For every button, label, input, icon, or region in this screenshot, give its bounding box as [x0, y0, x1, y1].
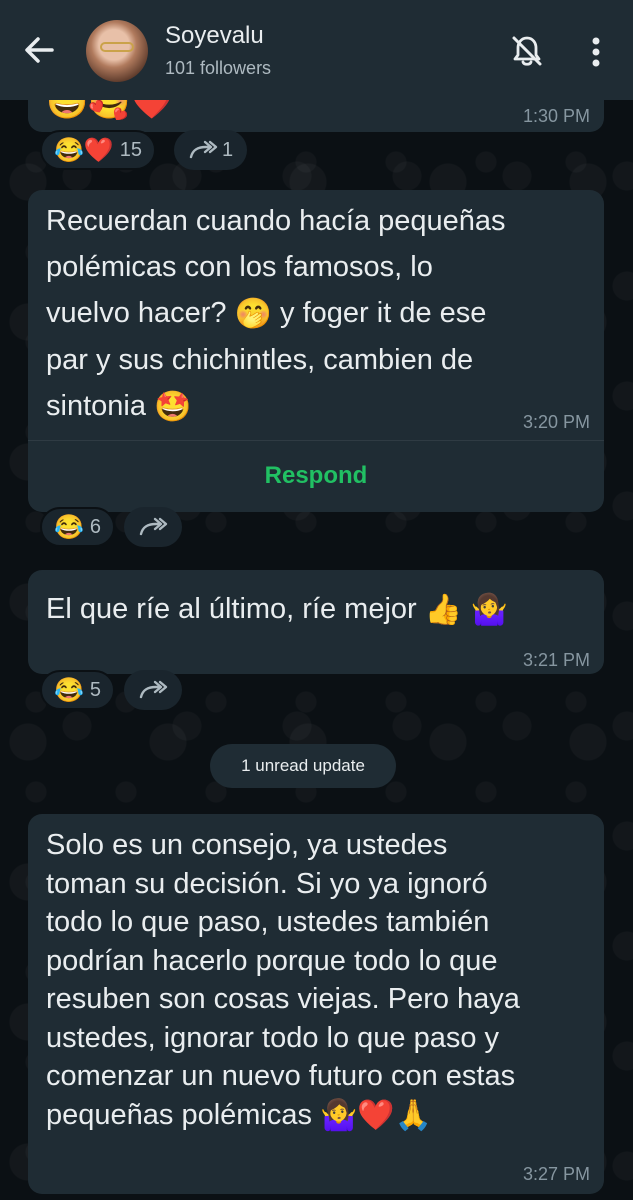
reaction-count: 5: [89, 678, 102, 701]
message-time: 1:30 PM: [522, 106, 590, 126]
channel-avatar[interactable]: [86, 20, 148, 82]
message-line: Recuerdan cuando hacía pequeñas: [46, 205, 506, 237]
message-line: ustedes, ignorar todo lo que paso y: [46, 1021, 500, 1054]
message-bubble[interactable]: Solo es un consejo, ya ustedes toman su …: [28, 814, 604, 1194]
emoji-shrug-heart-pray: 🤷‍♀️❤️🙏: [320, 1098, 433, 1132]
mute-button[interactable]: [508, 32, 546, 70]
message-line-text: pequeñas polémicas: [46, 1098, 313, 1131]
channel-name[interactable]: Soyevalu: [165, 22, 264, 50]
message-time: 3:27 PM: [522, 1164, 590, 1184]
message-line: resuben son cosas viejas. Pero haya: [46, 983, 520, 1015]
divider: [28, 440, 604, 441]
respond-button[interactable]: Respond: [28, 462, 604, 490]
message-line: polémicas con los famosos, lo: [46, 251, 433, 283]
message-text: El que ríe al último, ríe mejor 👍 🤷‍♀️: [28, 570, 604, 633]
reaction-emojis: 😂❤️: [54, 136, 114, 164]
forward-pill[interactable]: 1: [174, 130, 248, 170]
message-line: comenzar un nuevo futuro con estas: [46, 1060, 516, 1092]
channel-header: Soyevalu 101 followers: [0, 0, 633, 100]
unread-updates-chip: 1 unread update: [210, 744, 396, 788]
message-line: toman su decisión. Si yo ya ignoró: [46, 867, 488, 900]
message-line: pequeñas polémicas 🤷‍♀️❤️🙏: [46, 1096, 586, 1136]
message-line: Solo es un consejo, ya ustedes: [46, 829, 448, 861]
emoji-star-struck: 🤩: [154, 390, 192, 424]
message-line: sintonia 🤩: [46, 383, 586, 430]
reaction-count: 15: [119, 138, 143, 161]
message-text: Recuerdan cuando hacía pequeñas polémica…: [28, 190, 604, 431]
bell-off-icon: [512, 36, 542, 66]
emoji-hand-over-mouth: 🤭: [234, 297, 272, 331]
reaction-emojis: 😂: [54, 676, 84, 704]
forward-count: 1: [222, 138, 234, 161]
forward-arrow-icon: [139, 680, 168, 699]
emoji-thumbs-shrug: 👍 🤷‍♀️: [424, 593, 508, 627]
message-line: par y sus chichintles, cambien de: [46, 344, 474, 377]
reaction-pill[interactable]: 😂 6: [40, 507, 116, 547]
followers-count: 101 followers: [165, 58, 272, 78]
message-line: todo lo que paso, ustedes también: [46, 906, 490, 938]
reaction-pill[interactable]: 😂 5: [40, 670, 116, 710]
message-time: 3:21 PM: [522, 650, 590, 670]
message-line: vuelvo hacer? 🤭 y foger it de ese: [46, 290, 586, 337]
avatar-glasses: [100, 42, 134, 52]
arrow-left-icon: [25, 37, 54, 63]
more-options-button[interactable]: [584, 34, 608, 70]
message-time: 3:20 PM: [522, 412, 590, 432]
forward-pill[interactable]: [124, 670, 182, 710]
message-line: podrían hacerlo porque todo lo que: [46, 944, 498, 977]
forward-arrow-icon: [139, 517, 168, 536]
message-line-text: sintonia: [46, 390, 146, 423]
forward-pill[interactable]: [124, 507, 182, 547]
reaction-emojis: 😂: [54, 513, 84, 541]
message-bubble[interactable]: Recuerdan cuando hacía pequeñas polémica…: [28, 190, 604, 512]
reaction-count: 6: [89, 515, 102, 538]
back-button[interactable]: [20, 28, 60, 72]
more-vertical-icon: [592, 37, 600, 67]
message-bubble[interactable]: El que ríe al último, ríe mejor 👍 🤷‍♀️ 3…: [28, 570, 604, 674]
message-line-text: vuelvo hacer?: [46, 297, 227, 329]
message-line-text: y foger it de ese: [271, 297, 487, 329]
message-text: Solo es un consejo, ya ustedes toman su …: [28, 814, 604, 1135]
message-line-text: El que ríe al último, ríe mejor: [46, 593, 417, 625]
reaction-pill[interactable]: 😂❤️ 15: [40, 130, 157, 170]
forward-arrow-icon: [189, 140, 218, 159]
